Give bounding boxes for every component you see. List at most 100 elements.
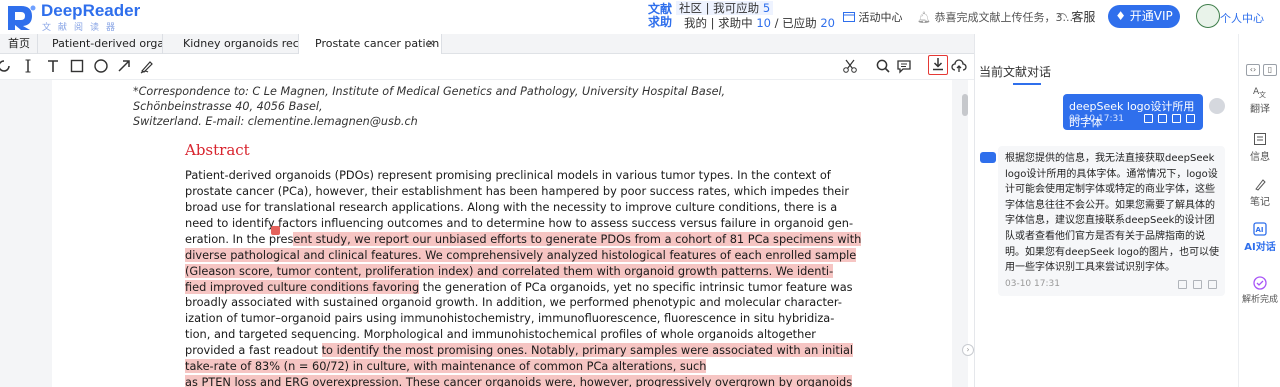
tab-label: Patient-derived organc [52, 37, 162, 50]
rotate-icon[interactable] [0, 58, 14, 76]
rail-analysis-complete[interactable]: 解析完成 [1240, 276, 1280, 305]
tab-label: Kidney organoids recap [183, 37, 299, 50]
abstract-text: tion, and targeted sequencing. Morpholog… [185, 327, 816, 341]
download-icon[interactable] [928, 55, 948, 75]
ai-message-text: 根据您提供的信息，我无法直接获取deepSeek logo设计所用的具体字体。通… [1005, 153, 1219, 274]
svg-text:AI: AI [1256, 226, 1264, 234]
highlighted-text[interactable]: diverse pathological and clinical featur… [185, 248, 857, 262]
highlighted-text[interactable]: (Gleason score, tumor content, prolifera… [185, 264, 834, 278]
my-requests-count: 10 [756, 16, 771, 30]
text-cursor-icon[interactable] [19, 58, 37, 76]
community-count: 5 [762, 1, 771, 15]
split-view-icon[interactable]: ▯ [1263, 64, 1277, 76]
correspondence-line: Switzerland. E-mail: clementine.lemagnen… [133, 115, 418, 128]
rail-label: 笔记 [1250, 197, 1270, 208]
highlighted-text[interactable]: ent study, we report our unbiased effort… [293, 232, 862, 246]
star-icon[interactable] [1193, 280, 1202, 289]
community-link[interactable]: 社区 | 我可应助 5 [676, 1, 774, 15]
open-vip-label: 开通VIP [1129, 9, 1173, 23]
abstract-text: prostate cancer (PCa), however, their es… [185, 184, 850, 198]
copy-icon[interactable] [1144, 114, 1153, 123]
brand-name: DeepReader [41, 1, 141, 20]
tab-close-icon[interactable]: × [427, 34, 435, 54]
vertical-scrollbar[interactable] [962, 94, 968, 116]
text-tool-icon[interactable] [44, 58, 62, 76]
tab-label: 首页 [8, 37, 30, 50]
personal-center-link[interactable]: 个人中心 [1220, 10, 1264, 26]
rail-notes[interactable]: 笔记 [1240, 177, 1280, 208]
panel-title: 当前文献对话 [979, 65, 1052, 79]
activity-center-label: 活动中心 [858, 11, 903, 24]
correspondence-note: *Correspondence to: C Le Magnen, Institu… [133, 84, 813, 129]
note-pen-icon [1255, 179, 1266, 191]
highlighted-text[interactable]: fied improved culture conditions favorin… [185, 280, 420, 294]
user-avatar-small [1209, 98, 1225, 114]
abstract-line: broadly associated with sustained organo… [185, 294, 842, 310]
arrow-tool-icon[interactable] [115, 58, 133, 76]
highlighted-text[interactable]: take-rate of 83% (n = 60/72) in culture,… [185, 359, 707, 373]
rail-label: AI对话 [1244, 242, 1276, 253]
community-label: 社区 | 我可应助 [679, 1, 760, 15]
delete-icon[interactable] [1208, 280, 1217, 289]
scissors-icon[interactable] [841, 58, 859, 76]
star-icon[interactable] [1158, 114, 1167, 123]
pen-tool-icon[interactable] [138, 58, 156, 76]
abstract-line: as PTEN loss and ERG overexpression. The… [185, 374, 853, 387]
collapse-panel-icon[interactable]: › [962, 344, 974, 356]
circle-tool-icon[interactable] [92, 58, 110, 76]
tab-kidney-organoids[interactable]: Kidney organoids recap [163, 34, 299, 54]
literature-request-link[interactable]: 文献求助 [646, 3, 674, 29]
abstract-text: ization of tumor–organoid pairs using im… [185, 311, 835, 325]
abstract-line: fied improved culture conditions favorin… [185, 279, 853, 295]
rail-translate[interactable]: A文 翻译 [1240, 84, 1280, 115]
abstract-line: (Gleason score, tumor content, prolifera… [185, 263, 834, 279]
abstract-line: ization of tumor–organoid pairs using im… [185, 310, 834, 326]
notification[interactable]: 🔔︎ 恭喜完成文献上传任务，3... [917, 9, 1073, 25]
deepreader-logo-icon[interactable] [4, 3, 38, 31]
abstract-line: prostate cancer (PCa), however, their es… [185, 183, 849, 199]
abstract-line: tion, and targeted sequencing. Morpholog… [185, 326, 816, 342]
delete-icon[interactable] [1186, 114, 1195, 123]
tab-patient-derived[interactable]: Patient-derived organc [38, 34, 163, 54]
ai-message: 根据您提供的信息，我无法直接获取deepSeek logo设计所用的具体字体。通… [998, 146, 1225, 296]
user-message-time: 03-10 17:31 [1069, 114, 1124, 124]
copy-icon[interactable] [1178, 280, 1187, 289]
rail-ai-chat[interactable]: AI AI对话 [1240, 222, 1280, 253]
annotation-marker-icon[interactable] [271, 226, 280, 235]
edit-icon[interactable] [1172, 114, 1181, 123]
ai-message-time: 03-10 17:31 [1005, 279, 1060, 289]
abstract-heading: Abstract [185, 141, 250, 159]
user-message: deepSeek logo设计所用的字体 03-10 17:31 [1063, 94, 1203, 130]
highlighted-text[interactable]: as PTEN loss and ERG overexpression. The… [185, 375, 853, 387]
translate-icon: A文 [1253, 87, 1266, 98]
calendar-icon [843, 12, 855, 22]
rectangle-tool-icon[interactable] [68, 58, 86, 76]
tab-home[interactable]: 首页 [0, 34, 38, 54]
tab-label: Prostate cancer patien [315, 37, 440, 50]
abstract-text: broadly associated with sustained organo… [185, 295, 842, 309]
activity-center-link[interactable]: 活动中心 [843, 9, 903, 25]
comment-icon[interactable] [895, 58, 913, 76]
abstract-line: provided a fast readout to identify the … [185, 342, 854, 358]
abstract-text: broad use for translational research app… [185, 200, 838, 214]
brand-subtitle: 文献阅读器 [42, 23, 123, 33]
cloud-upload-icon[interactable] [950, 58, 968, 76]
bell-icon: 🔔︎ [917, 11, 931, 24]
rail-label: 信息 [1250, 152, 1270, 163]
rail-info[interactable]: 信息 [1240, 132, 1280, 163]
my-requests-link[interactable]: 我的 | 求助中 10 / 已应助 20 [684, 16, 835, 30]
abstract-line: Patient-derived organoids (PDOs) represe… [185, 167, 831, 183]
rail-label: 解析完成 [1241, 295, 1278, 305]
headset-icon: ◠ [1057, 10, 1068, 24]
notification-text: 恭喜完成文献上传任务，3... [934, 11, 1073, 24]
customer-service-link[interactable]: ◠ 客服 [1057, 8, 1095, 25]
check-circle-icon [1253, 276, 1267, 290]
my-helped-count: 20 [820, 16, 835, 30]
code-view-icon[interactable]: ‹› [1246, 64, 1260, 76]
highlighted-text[interactable]: to identify the most promising ones. Not… [321, 343, 854, 357]
user-avatar[interactable] [1196, 4, 1220, 28]
abstract-text: provided a fast readout [185, 343, 322, 357]
search-icon[interactable] [874, 58, 892, 76]
tab-prostate-cancer[interactable]: Prostate cancer patien × [299, 34, 442, 54]
open-vip-button[interactable]: ♦ 开通VIP [1108, 5, 1180, 28]
